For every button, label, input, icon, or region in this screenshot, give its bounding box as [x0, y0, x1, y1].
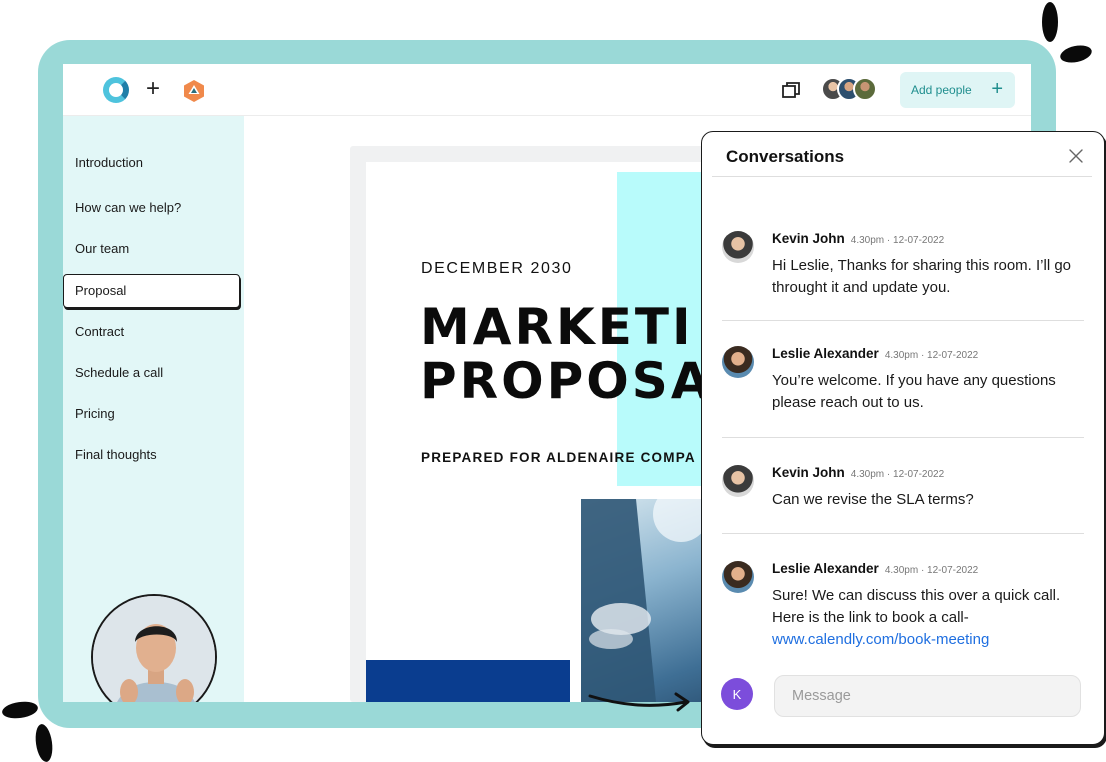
collaborator-avatars[interactable]: [821, 77, 883, 103]
divider: [722, 437, 1084, 438]
presenter-video-image: [93, 596, 215, 702]
video-call-thumbnail[interactable]: [91, 594, 217, 702]
sidebar-item-how-can-we-help[interactable]: How can we help?: [75, 199, 181, 217]
message-author: Leslie Alexander 4.30pm · 12-07-2022: [772, 346, 979, 361]
close-icon[interactable]: [1068, 148, 1084, 164]
message-author: Leslie Alexander 4.30pm · 12-07-2022: [772, 561, 979, 576]
message-author: Kevin John 4.30pm · 12-07-2022: [772, 231, 945, 246]
message-timestamp: 4.30pm · 12-07-2022: [884, 565, 979, 576]
add-people-button[interactable]: Add people +: [900, 72, 1015, 108]
sidebar-item-final-thoughts[interactable]: Final thoughts: [75, 446, 157, 464]
avatar: [853, 77, 877, 101]
avatar: [722, 561, 754, 593]
message-text: Hi Leslie, Thanks for sharing this room.…: [772, 257, 1072, 296]
app-logo-icon[interactable]: [103, 77, 129, 103]
message-timestamp: 4.30pm · 12-07-2022: [884, 350, 979, 361]
plus-icon: +: [991, 78, 1003, 100]
sidebar-item-proposal[interactable]: Proposal: [75, 282, 126, 300]
divider: [712, 176, 1092, 177]
sidebar-item-pricing[interactable]: Pricing: [75, 405, 115, 423]
divider: [722, 533, 1084, 534]
avatar: [722, 346, 754, 378]
document-title-line: MARKETI: [420, 298, 694, 356]
message-timestamp: 4.30pm · 12-07-2022: [850, 235, 945, 246]
conversations-panel: Conversations Kevin John 4.30pm · 12-07-2…: [701, 131, 1105, 745]
message-text: Can we revise the SLA terms?: [772, 491, 974, 508]
message-author: Kevin John 4.30pm · 12-07-2022: [772, 465, 945, 480]
hexagon-logo-icon[interactable]: [181, 78, 207, 104]
avatar: [722, 231, 754, 263]
booking-link[interactable]: www.calendly.com/book-meeting: [772, 631, 989, 648]
message-input[interactable]: [774, 675, 1081, 717]
decor-blob: [1058, 42, 1094, 66]
decor-blob: [1, 699, 39, 721]
current-user-avatar: K: [721, 678, 753, 710]
avatar: [722, 465, 754, 497]
document-prepared-for: PREPARED FOR ALDENAIRE COMPA: [421, 450, 696, 465]
message-text: Sure! We can discuss this over a quick c…: [772, 587, 1061, 648]
divider: [722, 320, 1084, 321]
document-title: MARKETI PROPOSA: [420, 300, 713, 408]
document-date: DECEMBER 2030: [421, 260, 573, 277]
chat-icon[interactable]: [780, 80, 802, 102]
decor-blob: [1042, 2, 1058, 42]
plus-icon: +: [146, 75, 161, 102]
sidebar-item-schedule-a-call[interactable]: Schedule a call: [75, 364, 163, 382]
message-timestamp: 4.30pm · 12-07-2022: [850, 469, 945, 480]
document-title-line: PROPOSA: [420, 352, 713, 410]
accent-bar: [366, 660, 570, 702]
arrow-icon: [588, 692, 690, 712]
add-people-label: Add people: [911, 83, 972, 97]
message-text: You’re welcome. If you have any question…: [772, 372, 1056, 411]
sidebar: Introduction How can we help? Our team P…: [63, 116, 244, 702]
decor-blob: [33, 723, 55, 762]
sidebar-item-contract[interactable]: Contract: [75, 323, 124, 341]
top-bar: + Add people +: [63, 64, 1031, 116]
sidebar-item-our-team[interactable]: Our team: [75, 240, 129, 258]
sidebar-item-introduction[interactable]: Introduction: [75, 154, 143, 172]
panel-title: Conversations: [726, 147, 845, 166]
